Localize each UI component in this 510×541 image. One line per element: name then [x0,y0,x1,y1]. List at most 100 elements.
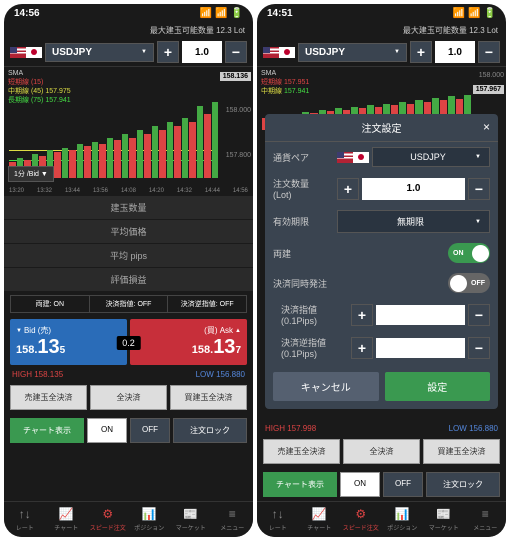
info-row[interactable]: 平均 pips [4,244,253,268]
bid-label: Bid (売) [24,325,51,336]
lot-info: 最大建玉可能数量 12.3 Lot [257,23,506,38]
time-axis: 13:2013:3213:4413:5614:0814:2014:3214:44… [9,188,248,194]
close-icon[interactable]: × [483,120,490,134]
expiry-select[interactable]: 無期限▼ [337,210,490,233]
chart-icon: 📈 [312,507,327,521]
chevron-down-icon: ▼ [394,49,400,55]
price-tag: 157.967 [473,85,504,94]
stop-minus-button[interactable]: − [468,337,490,359]
settle-buttons: 売建玉全決済 全決済 買建玉全決済 [257,435,506,468]
ask-button[interactable]: (買) Ask▲ 158.137 [130,319,247,365]
battery-icon: 🔋 [231,8,243,19]
chevron-down-icon: ▼ [141,49,147,55]
tab-rate[interactable]: ↑↓レート [4,502,46,537]
simultaneous-toggle[interactable]: OFF [448,273,490,293]
tab-position[interactable]: 📊ポジション [382,502,424,537]
axis-price: 158.000 [479,72,504,79]
menu-icon: ≡ [229,507,236,521]
ryodate-status: 両建: ON [11,296,90,312]
tab-chart[interactable]: 📈チャート [299,502,341,537]
stop-label: 決済逆指値 (0.1Pips) [281,336,345,359]
high-label: HIGH [265,424,285,433]
speed-icon: ⚙ [355,507,366,521]
off-button[interactable]: OFF [383,472,423,497]
limit-plus-button[interactable]: + [351,304,373,326]
action-buttons: チャート表示 ON OFF 注文ロック [4,414,253,447]
flag-pair [263,47,295,58]
pair-select[interactable]: USDJPY▼ [372,147,490,167]
rate-icon: ↑↓ [19,507,31,521]
high-value: 158.135 [34,370,63,379]
all-settle-button[interactable]: 全決済 [90,385,167,410]
order-lock-button[interactable]: 注文ロック [426,472,500,497]
chart-show-button[interactable]: チャート表示 [10,418,84,443]
qty-input[interactable]: 1.0 [362,178,465,200]
stop-plus-button[interactable]: + [351,337,373,359]
order-lock-button[interactable]: 注文ロック [173,418,247,443]
timeframe-button[interactable]: 1分 /Bid ▼ [8,166,54,182]
low-label: LOW [449,424,467,433]
price-chart[interactable]: SMA 短期線 (15) 中期線 (45) 157.975 長期線 (75) 1… [4,66,253,196]
ok-button[interactable]: 設定 [385,372,491,401]
qty-minus-button[interactable]: − [468,178,490,200]
signal-icon: 📶 [453,8,465,19]
tab-menu[interactable]: ≡メニュー [212,502,254,537]
info-row[interactable]: 建玉数量 [4,196,253,220]
tab-speed-order[interactable]: ⚙スピード注文 [87,502,129,537]
qty-plus-button[interactable]: + [337,178,359,200]
low-value: 156.880 [216,370,245,379]
qty-plus-button[interactable]: + [410,41,432,63]
on-button[interactable]: ON [340,472,380,497]
bid-button[interactable]: ▼Bid (売) 158.135 [10,319,127,365]
short-val: 157.951 [284,79,309,86]
buy-settle-button[interactable]: 買建玉全決済 [170,385,247,410]
pair-select[interactable]: USDJPY ▼ [298,43,407,62]
all-settle-button[interactable]: 全決済 [343,439,420,464]
qty-label: 注文数量 (Lot) [273,177,331,200]
tab-position[interactable]: 📊ポジション [129,502,171,537]
high-value: 157.998 [287,424,316,433]
qty-minus-button[interactable]: − [225,41,247,63]
tab-market[interactable]: 📰マーケット [170,502,212,537]
limit-minus-button[interactable]: − [468,304,490,326]
buy-settle-button[interactable]: 買建玉全決済 [423,439,500,464]
clock: 14:56 [14,8,40,19]
tab-rate[interactable]: ↑↓レート [257,502,299,537]
sell-settle-button[interactable]: 売建玉全決済 [10,385,87,410]
stop-input[interactable] [376,338,465,358]
high-label: HIGH [12,370,32,379]
qty-input[interactable]: 1.0 [435,41,475,63]
qty-plus-button[interactable]: + [157,41,179,63]
wifi-icon: 📶 [215,8,227,19]
chart-show-button[interactable]: チャート表示 [263,472,337,497]
qty-minus-button[interactable]: − [478,41,500,63]
cancel-button[interactable]: キャンセル [273,372,379,401]
on-button[interactable]: ON [87,418,127,443]
info-row[interactable]: 評価損益 [4,268,253,292]
info-row[interactable]: 平均価格 [4,220,253,244]
position-icon: 📊 [142,507,157,521]
status-icons: 📶📶🔋 [453,8,496,19]
axis-price: 157.800 [226,152,251,159]
tab-menu[interactable]: ≡メニュー [465,502,507,537]
axis-price: 158.000 [226,107,251,114]
tab-chart[interactable]: 📈チャート [46,502,88,537]
pair-row: USDJPY ▼ + 1.0 − [4,38,253,66]
position-icon: 📊 [395,507,410,521]
limit-input[interactable] [376,305,465,325]
sma-label: SMA [261,69,309,78]
modal-header: 注文設定 × [265,114,498,142]
tab-market[interactable]: 📰マーケット [423,502,465,537]
pair-label: 通貨ペア [273,151,331,164]
sell-settle-button[interactable]: 売建玉全決済 [263,439,340,464]
triangle-up-icon: ▲ [235,328,241,334]
tab-speed-order[interactable]: ⚙スピード注文 [340,502,382,537]
ryodate-toggle[interactable]: ON [448,243,490,263]
limit-label: 決済指値 (0.1Pips) [281,303,345,326]
off-button[interactable]: OFF [130,418,170,443]
pair-select[interactable]: USDJPY ▼ [45,43,154,62]
qty-input[interactable]: 1.0 [182,41,222,63]
pair-label: USDJPY [305,47,345,58]
pair-label: USDJPY [52,47,92,58]
modal-ryodate-row: 両建 ON [265,238,498,268]
